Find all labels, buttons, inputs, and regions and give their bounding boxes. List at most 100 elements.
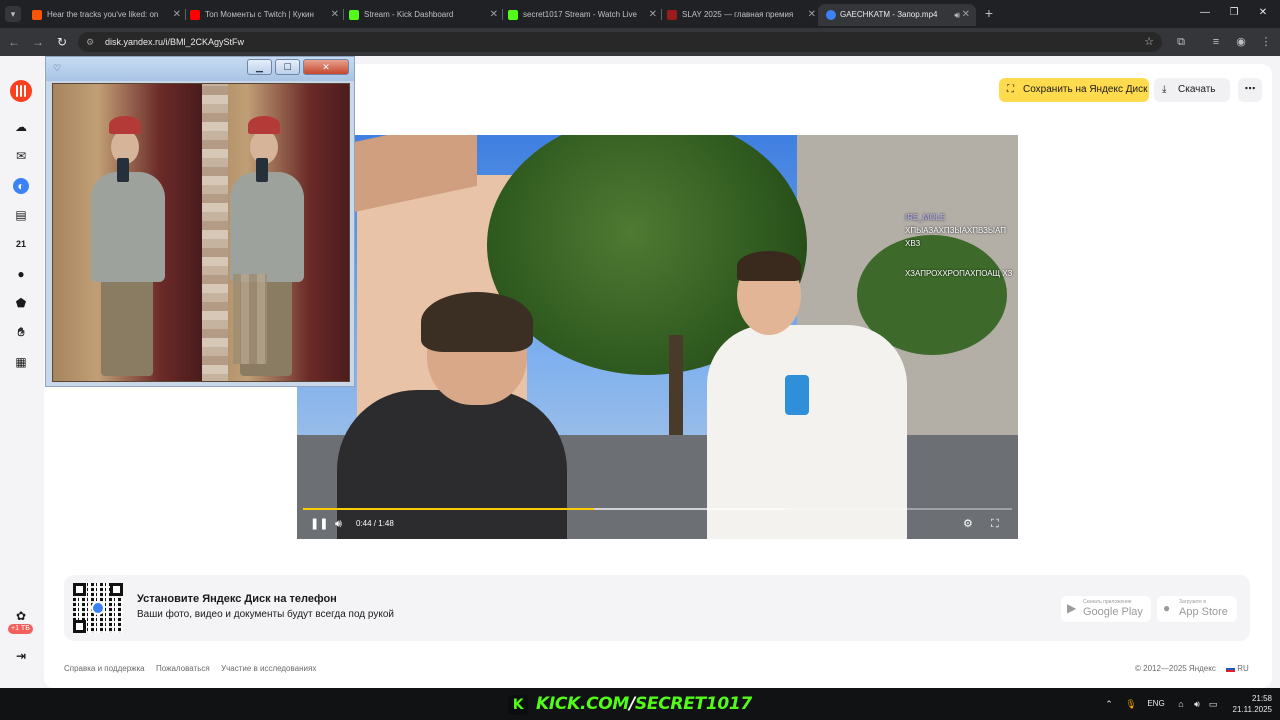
tab-separator — [185, 9, 186, 20]
yandex-logo[interactable] — [10, 80, 32, 102]
tab-close-icon[interactable]: ✕ — [173, 4, 181, 26]
back-arrow-icon[interactable]: ← — [5, 33, 23, 51]
chat-text: ХЗАПРОХХРОПАХПОАЩ ХЗ — [905, 269, 1013, 278]
volume-icon[interactable]: 🔊︎ — [335, 517, 342, 531]
hand-icon[interactable]: ✋︎ — [13, 324, 29, 340]
youtube-icon — [190, 10, 200, 20]
extensions-icon[interactable]: ⧉ — [1172, 33, 1190, 51]
storage-icon[interactable]: ✿ — [13, 608, 29, 624]
volume-icon[interactable]: 🔊︎ — [1190, 688, 1204, 720]
app-store-button[interactable]: ● Загрузите в App Store — [1157, 596, 1237, 622]
save-to-disk-button[interactable]: ⛶ Сохранить на Яндекс Диск — [999, 78, 1149, 102]
more-button[interactable]: ⋯ — [1238, 78, 1262, 102]
minimize-icon[interactable]: — — [1190, 4, 1220, 22]
close-icon[interactable]: ✕ — [303, 59, 349, 75]
bookmark-star-icon[interactable]: ☆ — [1144, 32, 1154, 52]
system-clock[interactable]: 21:58 21.11.2025 — [1224, 693, 1272, 715]
video-player[interactable]: IRE_MOLE ХПЫАЗАХПЗЫАХПВЗЫАП ХВЗ ХЗАПРОХХ… — [297, 135, 1018, 539]
maximize-icon[interactable]: ☐ — [275, 59, 300, 75]
taskbar: K KICK.COM/SECRET1017 ⌃ 🎙︎ ENG ⌂ 🔊︎ ▭ 21:… — [0, 688, 1280, 720]
mirror-selfie-image — [52, 83, 350, 382]
chat-message: ХЗАПРОХХРОПАХПОАЩ ХЗ — [905, 254, 1015, 280]
chat-username: IRE_MOLE — [905, 213, 946, 222]
messenger-icon[interactable]: ● — [13, 266, 29, 282]
microphone-icon[interactable]: 🎙︎ — [1124, 688, 1138, 720]
footer-link-report[interactable]: Пожаловаться — [156, 664, 210, 673]
download-label: Скачать — [1178, 84, 1216, 95]
tab-separator — [661, 9, 662, 20]
tab-close-icon[interactable]: ✕ — [331, 4, 339, 26]
stream-chat-overlay: IRE_MOLE ХПЫАЗАХПЗЫАХПВЗЫАП ХВЗ ХЗАПРОХХ… — [905, 211, 1015, 284]
video-person — [707, 251, 937, 539]
kick-channel: SECRET1017 — [634, 694, 752, 714]
tab-separator — [343, 9, 344, 20]
footer-link-support[interactable]: Справка и поддержка — [64, 664, 145, 673]
url-text[interactable]: disk.yandex.ru/i/BMl_2CKAgyStFw — [105, 32, 244, 52]
kick-icon — [508, 10, 518, 20]
app-promo-banner: Установите Яндекс Диск на телефон Ваши ф… — [64, 575, 1250, 641]
network-icon[interactable]: ⌂ — [1174, 688, 1188, 720]
tab-slay[interactable]: SLAY 2025 — главная премия ✕ — [667, 4, 817, 26]
apple-icon: ● — [1163, 601, 1171, 615]
language-switch[interactable]: RU — [1226, 664, 1249, 673]
forward-arrow-icon[interactable]: → — [29, 33, 47, 51]
yandex-disk-icon — [826, 10, 836, 20]
qr-code — [73, 583, 123, 633]
minimize-icon[interactable]: ▁ — [247, 59, 272, 75]
services-grid-icon[interactable]: ▦ — [13, 354, 29, 370]
fullscreen-icon[interactable]: ⛶ — [991, 517, 999, 531]
site-info-icon[interactable]: ⚙ — [86, 34, 94, 50]
tab-search-button[interactable]: ▾ — [5, 6, 21, 22]
kick-stream-overlay: K KICK.COM/SECRET1017 — [508, 693, 752, 715]
kick-icon — [349, 10, 359, 20]
profile-icon[interactable]: ◉ — [1232, 33, 1250, 51]
disk-icon[interactable]: ◐ — [13, 178, 29, 194]
save-to-disk-label: Сохранить на Яндекс Диск — [1023, 84, 1148, 95]
chat-text: ХПЫАЗАХПЗЫАХПВЗЫАП ХВЗ — [905, 226, 1006, 248]
docs-icon[interactable]: ▤ — [13, 207, 29, 223]
battery-icon[interactable]: ▭ — [1206, 688, 1220, 720]
media-controls-icon[interactable]: ≡ — [1207, 33, 1225, 51]
slay-icon — [667, 10, 677, 20]
speaker-icon[interactable]: 🔊︎ — [954, 4, 960, 26]
reload-icon[interactable]: ↻ — [53, 33, 71, 51]
tab-title: secret1017 Stream - Watch Live — [523, 10, 637, 19]
tab-separator — [502, 9, 503, 20]
new-tab-button[interactable]: + — [981, 4, 997, 22]
floating-image-window[interactable]: ♡ ▁ ☐ ✕ — [45, 56, 355, 387]
tab-close-icon[interactable]: ✕ — [808, 4, 816, 26]
download-button[interactable]: ⤓ Скачать — [1154, 78, 1230, 102]
tab-close-icon[interactable]: ✕ — [649, 4, 657, 26]
cloud-icon[interactable]: ☁ — [13, 119, 29, 135]
browser-menu-icon[interactable]: ⋮ — [1257, 33, 1275, 51]
tray-chevron-icon[interactable]: ⌃ — [1102, 688, 1116, 720]
omnibox[interactable]: ⚙ disk.yandex.ru/i/BMl_2CKAgyStFw ☆ — [78, 32, 1162, 52]
tab-title: GAECHKATM - Запор.mp4 — [840, 10, 938, 19]
google-play-button[interactable]: ▶ Скачать приложение Google Play — [1061, 596, 1151, 622]
tab-youtube[interactable]: Топ Моменты с Twitch | Кукин ✕ — [190, 4, 340, 26]
window-title-bar[interactable]: ♡ ▁ ☐ ✕ — [46, 57, 354, 81]
tab-yandex-disk[interactable]: GAECHKATM - Запор.mp4 🔊︎ ✕ — [818, 4, 976, 26]
settings-gear-icon[interactable]: ⚙ — [963, 517, 973, 531]
tab-close-icon[interactable]: ✕ — [490, 4, 498, 26]
close-window-icon[interactable]: ✕ — [1248, 4, 1278, 22]
pause-icon[interactable]: ❚❚ — [310, 517, 328, 531]
heart-icon[interactable]: ♡ — [53, 63, 61, 74]
tab-close-icon[interactable]: ✕ — [962, 4, 970, 26]
tab-kick-dashboard[interactable]: Stream - Kick Dashboard ✕ — [349, 4, 499, 26]
video-time: 0:44 / 1:48 — [356, 519, 394, 528]
tab-kick-stream[interactable]: secret1017 Stream - Watch Live ✕ — [508, 4, 658, 26]
image-panel-left — [53, 84, 202, 381]
video-seek-bar[interactable] — [303, 508, 1012, 510]
input-language[interactable]: ENG — [1144, 688, 1168, 720]
logout-icon[interactable]: ⇥ — [13, 648, 29, 664]
market-icon[interactable]: ⬟ — [13, 295, 29, 311]
footer-link-research[interactable]: Участие в исследованиях — [221, 664, 316, 673]
calendar-icon[interactable]: 21 — [13, 236, 29, 252]
mail-icon[interactable]: ✉ — [13, 148, 29, 164]
restore-icon[interactable]: ❐ — [1219, 4, 1249, 22]
tab-title: Топ Моменты с Twitch | Кукин — [205, 10, 314, 19]
tab-soundcloud[interactable]: Hear the tracks you've liked: on ✕ — [32, 4, 182, 26]
download-icon: ⤓ — [1162, 84, 1167, 95]
google-play-label: Google Play — [1083, 606, 1143, 618]
